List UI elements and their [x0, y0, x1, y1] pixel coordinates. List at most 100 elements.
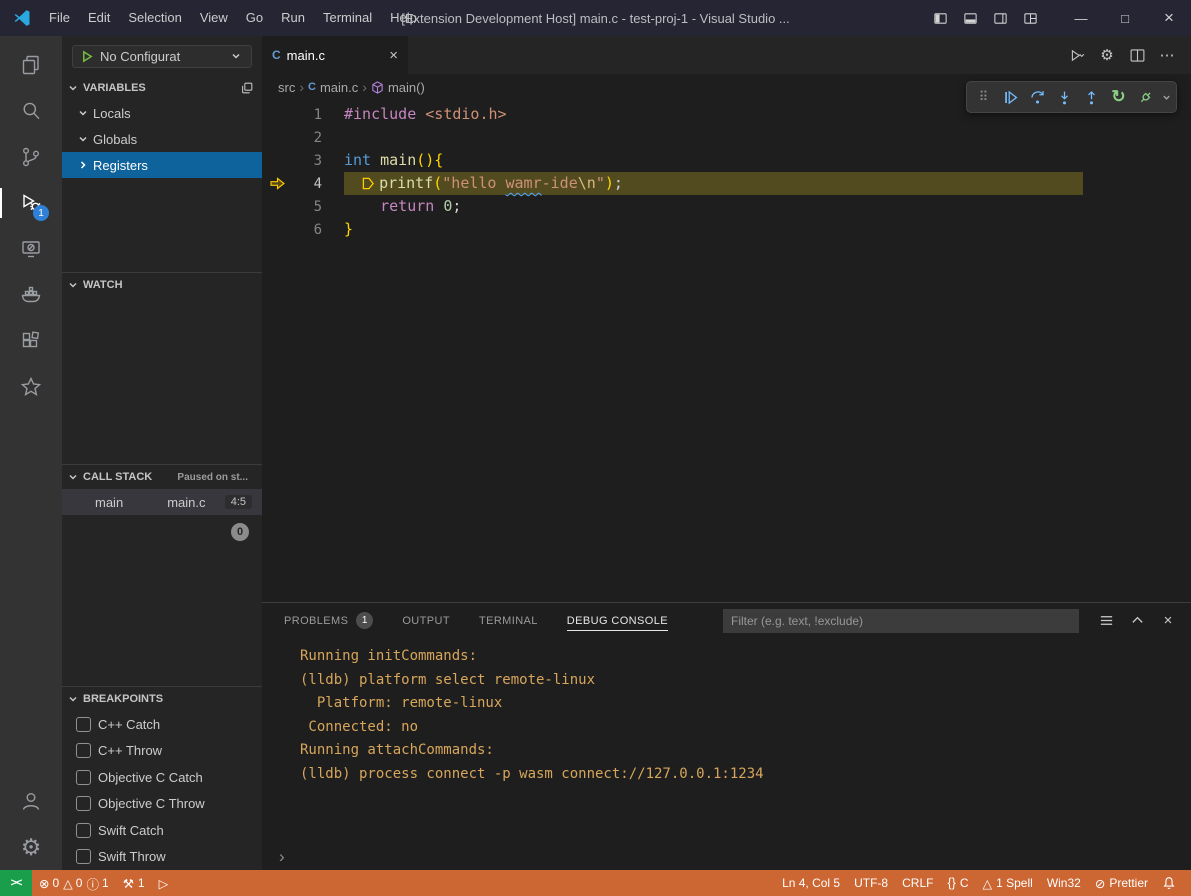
call-stack-header[interactable]: CALL STACK Paused on st...: [62, 465, 262, 489]
customize-layout-icon[interactable]: [1015, 0, 1045, 36]
breakpoint-row[interactable]: C++ Throw: [62, 738, 262, 765]
breakpoint-checkbox[interactable]: [76, 717, 91, 732]
step-into-icon[interactable]: [1051, 84, 1078, 110]
docker-icon[interactable]: [0, 272, 62, 318]
breakpoint-row[interactable]: Objective C Throw: [62, 791, 262, 818]
toggle-sidebar-icon[interactable]: [925, 0, 955, 36]
menu-item[interactable]: Edit: [79, 0, 119, 36]
code-editor[interactable]: 1 #include <stdio.h> 2 3 int main(){: [262, 100, 1191, 602]
restart-icon[interactable]: ↻: [1105, 84, 1132, 110]
breakpoint-row[interactable]: C++ Catch: [62, 711, 262, 738]
remote-indicator[interactable]: ><: [0, 870, 32, 896]
maximize-panel-icon[interactable]: [1126, 610, 1148, 632]
step-over-icon[interactable]: [1024, 84, 1051, 110]
panel-tab[interactable]: TERMINAL: [479, 603, 538, 638]
start-debug-icon[interactable]: [81, 50, 94, 63]
menu-item[interactable]: Selection: [119, 0, 190, 36]
formatter-status[interactable]: ⊘ Prettier: [1088, 870, 1155, 896]
variable-group-row[interactable]: Globals: [62, 126, 262, 152]
explorer-icon[interactable]: [0, 42, 62, 88]
filter-input[interactable]: [723, 609, 1079, 633]
search-icon[interactable]: [0, 88, 62, 134]
language-mode[interactable]: {} C: [940, 870, 975, 896]
debug-status-icon[interactable]: ▷: [152, 870, 176, 896]
split-editor-icon[interactable]: [1123, 41, 1151, 69]
encoding-indicator[interactable]: UTF-8: [847, 870, 895, 896]
spell-checker-status[interactable]: △ 1 Spell: [975, 870, 1039, 896]
menu-item[interactable]: Go: [237, 0, 272, 36]
source-control-icon[interactable]: [0, 134, 62, 180]
tools-status[interactable]: ⚒ 1: [116, 870, 152, 896]
panel-tab[interactable]: DEBUG CONSOLE: [567, 603, 668, 638]
execution-pointer-icon[interactable]: [262, 177, 292, 190]
status-bar-right: Ln 4, Col 5 UTF-8 CRLF {} C △ 1 Spell Wi…: [775, 870, 1191, 896]
launch-config-dropdown[interactable]: No Configurat: [72, 45, 252, 68]
breakpoint-row[interactable]: Swift Throw: [62, 844, 262, 871]
collapse-all-icon[interactable]: [240, 81, 254, 95]
more-actions-icon[interactable]: ⋯: [1153, 41, 1181, 69]
account-icon[interactable]: [0, 778, 62, 824]
continue-icon[interactable]: [997, 84, 1024, 110]
breadcrumb-symbol[interactable]: main(): [371, 80, 425, 95]
tab-close-icon[interactable]: ×: [389, 47, 398, 64]
menu-item[interactable]: Run: [272, 0, 314, 36]
breakpoints-header[interactable]: BREAKPOINTS: [62, 687, 262, 711]
console-prompt-icon[interactable]: ›: [279, 848, 285, 865]
toggle-panel-icon[interactable]: [955, 0, 985, 36]
menu-item[interactable]: File: [40, 0, 79, 36]
watch-header[interactable]: WATCH: [62, 273, 262, 297]
variables-header[interactable]: VARIABLES: [62, 76, 262, 100]
chevron-down-icon: [66, 470, 80, 484]
chevron-down-icon[interactable]: [1159, 84, 1173, 110]
menu-item[interactable]: Terminal: [314, 0, 381, 36]
breadcrumb-file[interactable]: C main.c: [308, 80, 358, 95]
variable-group-row[interactable]: Locals: [62, 100, 262, 126]
remote-explorer-icon[interactable]: [0, 226, 62, 272]
breakpoint-checkbox[interactable]: [76, 743, 91, 758]
close-button[interactable]: ×: [1147, 0, 1191, 36]
maximize-button[interactable]: □: [1103, 0, 1147, 36]
run-or-debug-icon[interactable]: [1063, 41, 1091, 69]
step-out-icon[interactable]: [1078, 84, 1105, 110]
chevron-down-icon: [229, 49, 243, 63]
minimize-button[interactable]: —: [1059, 0, 1103, 36]
panel-tab-label: DEBUG CONSOLE: [567, 615, 668, 627]
toolbar-drag-grip-icon[interactable]: ⠿: [970, 84, 997, 110]
breadcrumb-folder[interactable]: src: [278, 80, 295, 95]
breakpoint-checkbox[interactable]: [76, 823, 91, 838]
panel-tab[interactable]: OUTPUT: [402, 603, 450, 638]
breakpoint-checkbox[interactable]: [76, 849, 91, 864]
platform-indicator[interactable]: Win32: [1040, 870, 1088, 896]
current-execution-line: 4 printf("hello wamr-ide\n");: [262, 172, 1191, 195]
settings-gear-icon[interactable]: ⚙: [0, 824, 62, 870]
breakpoint-row[interactable]: Swift Catch: [62, 817, 262, 844]
star-icon[interactable]: [0, 364, 62, 410]
run-and-debug-icon[interactable]: 1: [0, 180, 62, 226]
settings-gear-icon[interactable]: ⚙: [1093, 41, 1121, 69]
extensions-icon[interactable]: [0, 318, 62, 364]
output-actions-icon[interactable]: [1095, 610, 1117, 632]
menu-item[interactable]: View: [191, 0, 237, 36]
tab-main-c[interactable]: C main.c ×: [262, 36, 408, 74]
variable-group-label: Globals: [93, 132, 137, 147]
panel-tab-label: TERMINAL: [479, 615, 538, 627]
inline-breakpoint-icon[interactable]: [362, 172, 379, 195]
panel-actions: ×: [1079, 610, 1179, 632]
stack-frame-row[interactable]: main main.c 4:5: [62, 489, 262, 515]
info-icon: ⓘ: [86, 874, 99, 893]
close-panel-icon[interactable]: ×: [1157, 610, 1179, 632]
panel-tab[interactable]: PROBLEMS 1: [284, 603, 373, 638]
cursor-position[interactable]: Ln 4, Col 5: [775, 870, 847, 896]
breakpoint-row[interactable]: Objective C Catch: [62, 764, 262, 791]
notifications-bell-icon[interactable]: [1155, 870, 1183, 896]
warning-icon: △: [982, 876, 992, 891]
breakpoint-checkbox[interactable]: [76, 796, 91, 811]
problems-status[interactable]: ⊗0 △0 ⓘ1: [32, 870, 116, 896]
toggle-secondary-sidebar-icon[interactable]: [985, 0, 1015, 36]
line-number: 5: [292, 199, 322, 215]
eol-indicator[interactable]: CRLF: [895, 870, 940, 896]
circle-slash-icon: ⊘: [1095, 876, 1105, 891]
variable-group-row[interactable]: Registers: [62, 152, 262, 178]
breakpoint-checkbox[interactable]: [76, 770, 91, 785]
disconnect-icon[interactable]: [1132, 84, 1159, 110]
